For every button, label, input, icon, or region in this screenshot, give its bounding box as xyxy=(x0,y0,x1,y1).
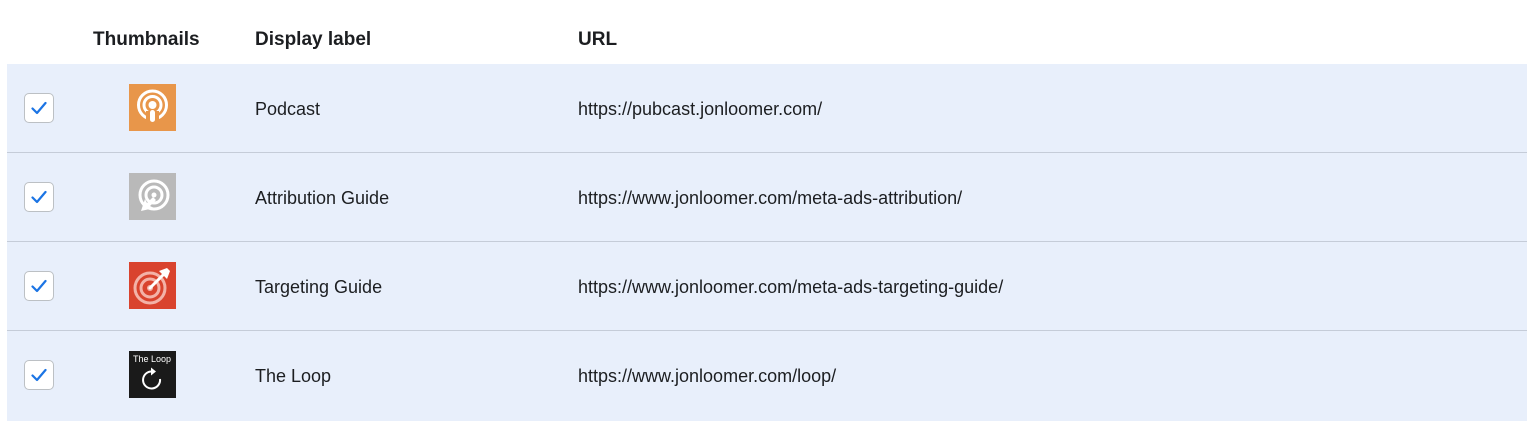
row-checkbox[interactable] xyxy=(24,360,54,390)
check-icon xyxy=(31,279,47,293)
podcast-icon xyxy=(129,84,176,131)
row-url: https://pubcast.jonloomer.com/ xyxy=(578,99,823,119)
column-header-thumbnails: Thumbnails xyxy=(93,29,200,50)
row-checkbox[interactable] xyxy=(24,182,54,212)
check-icon xyxy=(31,101,47,115)
row-display-label: Podcast xyxy=(255,99,321,119)
table-row: Podcast https://pubcast.jonloomer.com/ xyxy=(7,64,1527,153)
check-icon xyxy=(31,368,47,382)
row-checkbox[interactable] xyxy=(24,93,54,123)
row-display-label: Attribution Guide xyxy=(255,188,390,208)
row-url: https://www.jonloomer.com/loop/ xyxy=(578,366,837,386)
check-icon xyxy=(31,190,47,204)
column-header-display-label: Display label xyxy=(255,29,372,50)
column-header-url: URL xyxy=(578,29,618,50)
row-url: https://www.jonloomer.com/meta-ads-attri… xyxy=(578,188,963,208)
table-header: Thumbnails Display label URL xyxy=(0,0,1536,64)
table-row: Attribution Guide https://www.jonloomer.… xyxy=(7,153,1527,242)
target-cursor-icon xyxy=(129,173,176,220)
links-table: Podcast https://pubcast.jonloomer.com/ A… xyxy=(7,64,1527,421)
table-row: The Loop The Loop https://www.jonloomer.… xyxy=(7,331,1527,420)
row-url: https://www.jonloomer.com/meta-ads-targe… xyxy=(578,277,1004,297)
loop-logo: The Loop xyxy=(129,351,176,398)
target-dart-icon xyxy=(129,262,176,309)
row-checkbox[interactable] xyxy=(24,271,54,301)
table-row: Targeting Guide https://www.jonloomer.co… xyxy=(7,242,1527,331)
row-display-label: The Loop xyxy=(255,366,332,386)
row-display-label: Targeting Guide xyxy=(255,277,383,297)
